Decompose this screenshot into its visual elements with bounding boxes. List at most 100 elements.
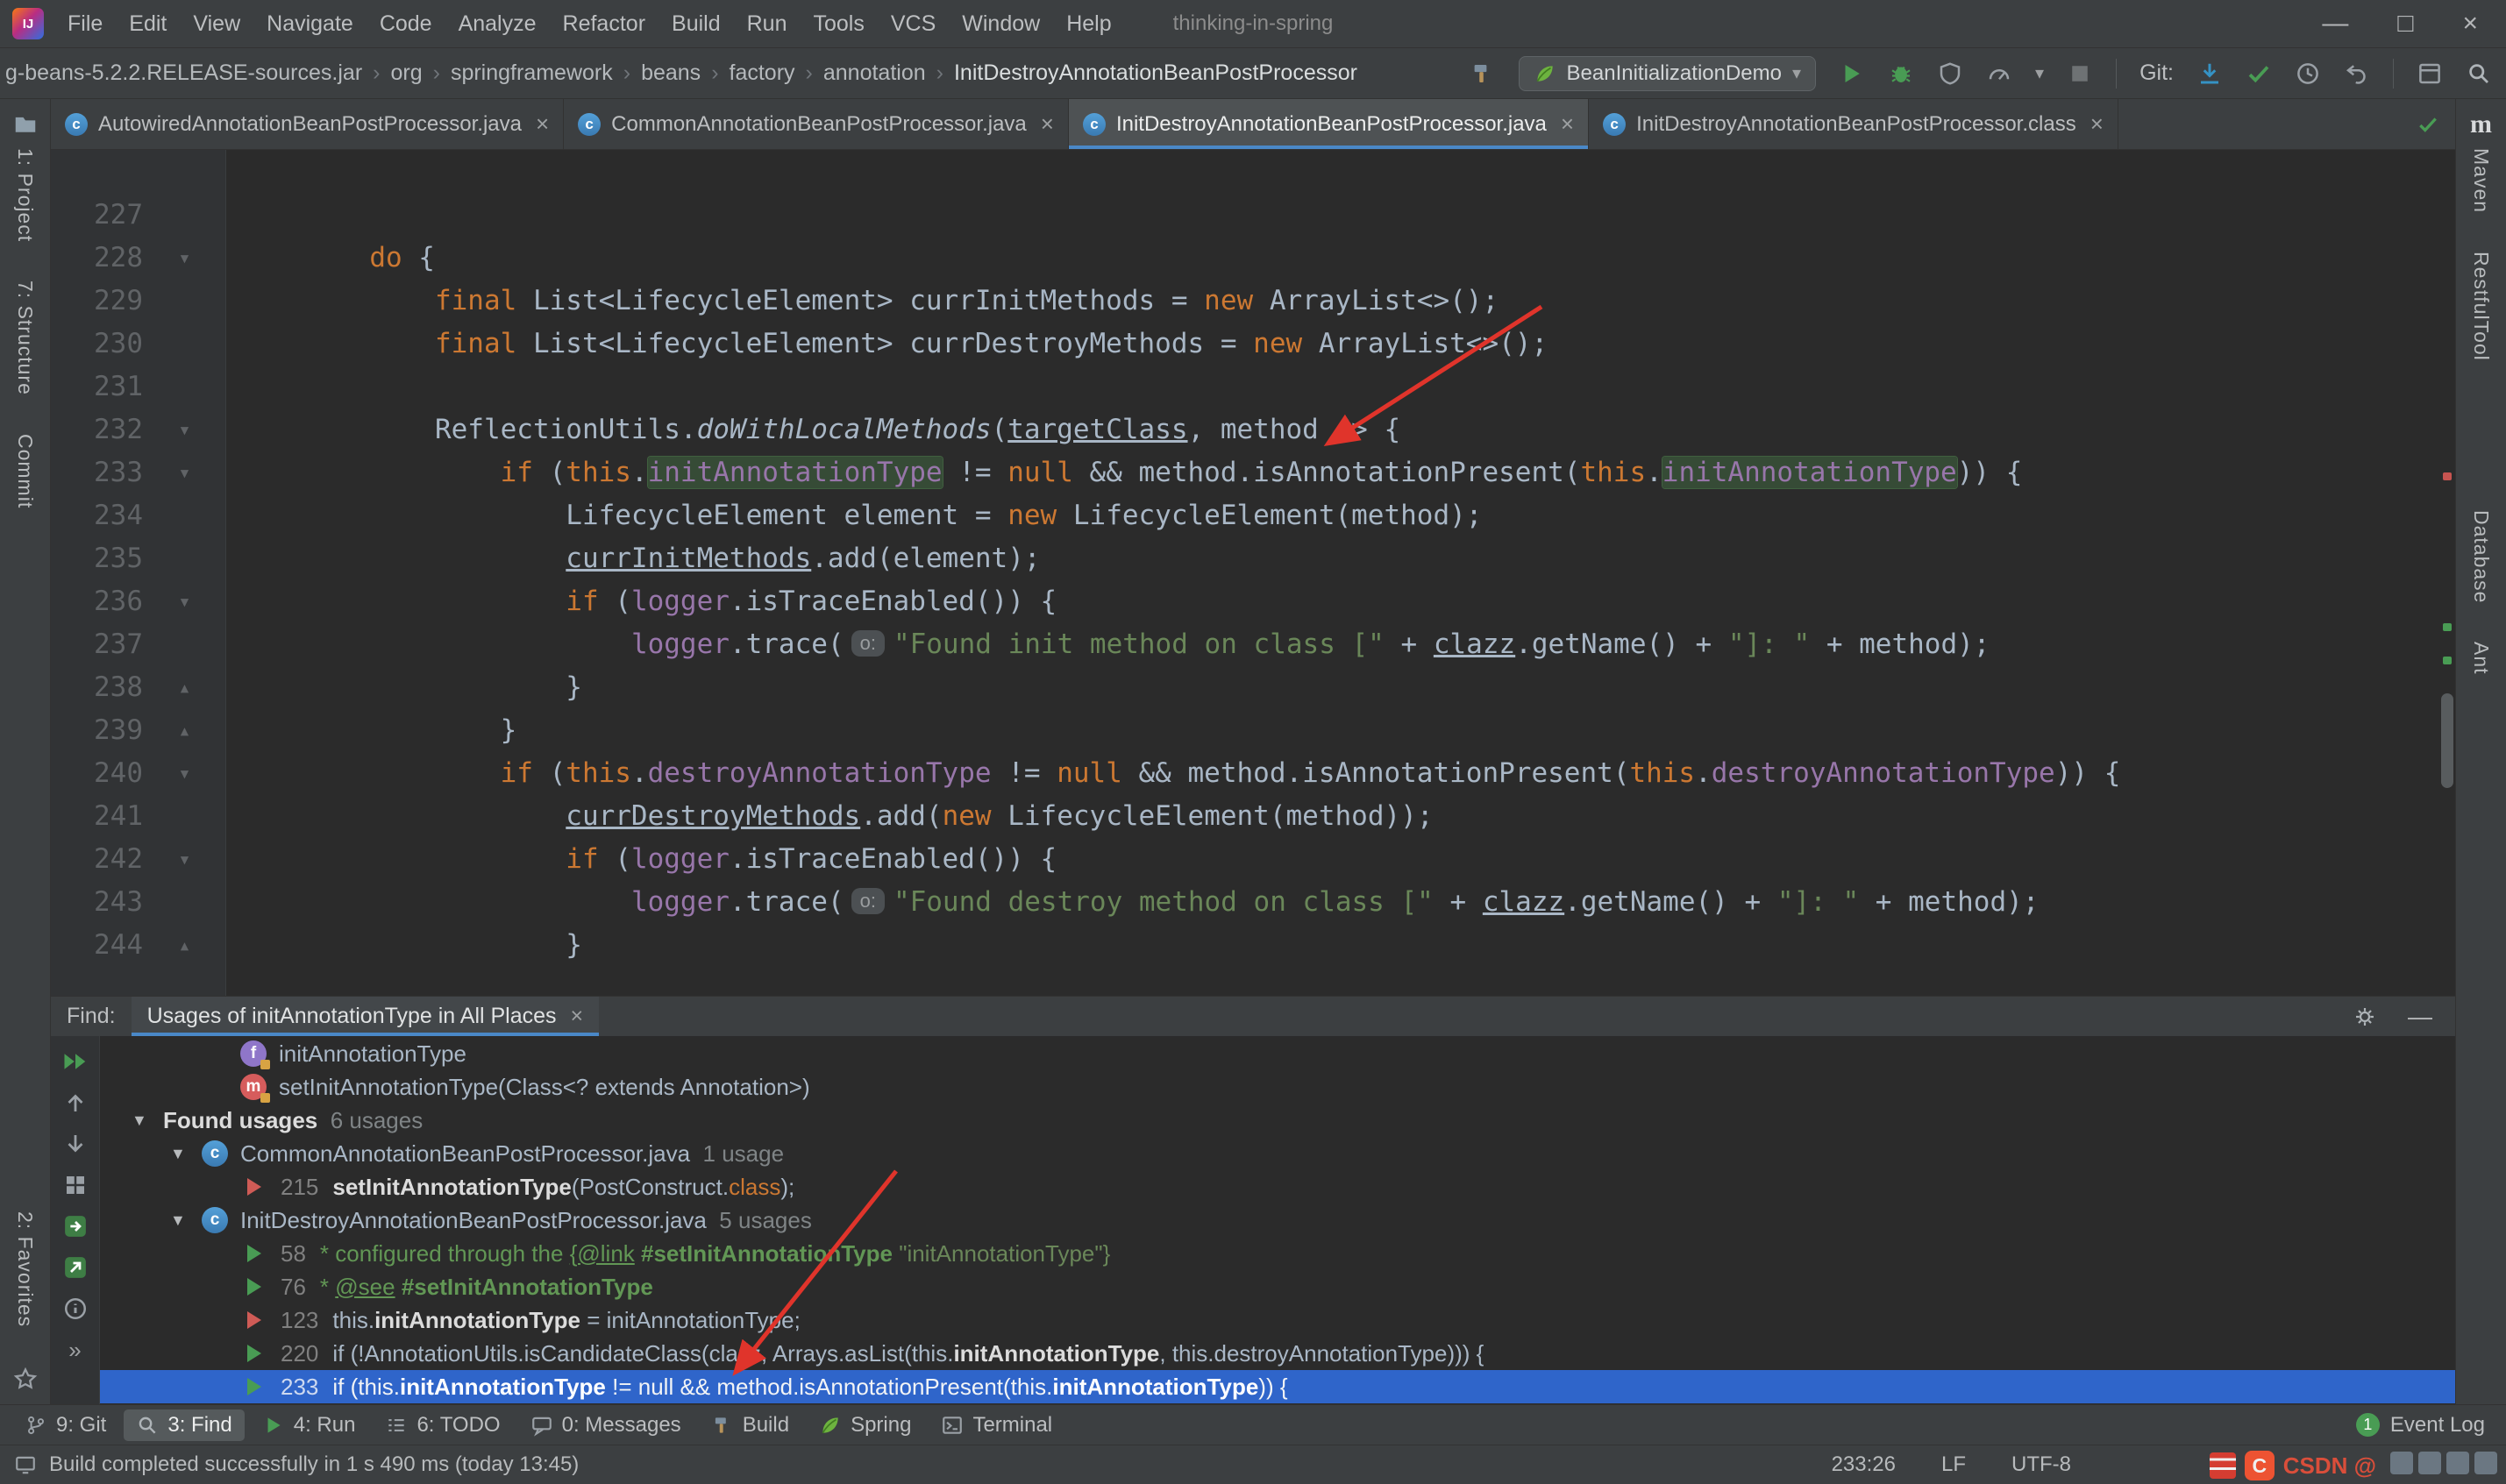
fold-marker-icon[interactable]: ▾ bbox=[143, 451, 226, 494]
file-encoding[interactable]: UTF-8 bbox=[2011, 1452, 2071, 1477]
stripe-button-1-project[interactable]: 1: Project bbox=[12, 111, 39, 242]
hide-toolwindow-icon[interactable]: — bbox=[2408, 1003, 2432, 1031]
stripe-button-ant[interactable]: Ant bbox=[2469, 642, 2493, 675]
editor-scrollbar[interactable] bbox=[2441, 693, 2453, 788]
caret-position[interactable]: 233:26 bbox=[1832, 1452, 1896, 1477]
code-text[interactable]: if (logger.isTraceEnabled()) { bbox=[238, 580, 1057, 623]
editor-tab-commonannotationbeanpostprocessor-java[interactable]: cCommonAnnotationBeanPostProcessor.java× bbox=[564, 99, 1069, 149]
close-icon[interactable]: × bbox=[536, 110, 549, 138]
settings-gear-icon[interactable] bbox=[2353, 1005, 2376, 1028]
menu-build[interactable]: Build bbox=[659, 6, 734, 42]
profiler-button[interactable] bbox=[1986, 60, 2012, 87]
breadcrumb-item[interactable]: g-beans-5.2.2.RELEASE-sources.jar bbox=[5, 60, 362, 86]
code-text[interactable]: if (this.destroyAnnotationType != null &… bbox=[238, 752, 2120, 795]
info-icon[interactable] bbox=[62, 1296, 89, 1322]
find-results-tab[interactable]: Usages of initAnnotationType in All Plac… bbox=[132, 997, 600, 1036]
error-stripe-mark[interactable] bbox=[2443, 623, 2452, 631]
fold-marker-icon[interactable]: ▴ bbox=[143, 924, 226, 967]
debug-button[interactable] bbox=[1888, 60, 1914, 87]
code-text[interactable]: final List<LifecycleElement> currDestroy… bbox=[238, 323, 1548, 366]
error-stripe-mark[interactable] bbox=[2443, 657, 2452, 664]
fold-marker-icon[interactable]: ▾ bbox=[143, 580, 226, 623]
build-hammer-icon[interactable] bbox=[1470, 60, 1496, 87]
code-editor[interactable]: 227228▾ do {229 final List<LifecycleElem… bbox=[51, 150, 2455, 996]
breadcrumb-item[interactable]: beans bbox=[641, 60, 701, 86]
breadcrumb-item[interactable]: InitDestroyAnnotationBeanPostProcessor bbox=[954, 60, 1357, 86]
event-log-button[interactable]: Event Log bbox=[2390, 1413, 2485, 1438]
code-text[interactable]: logger.trace(o:"Found init method on cla… bbox=[238, 623, 1990, 666]
close-icon[interactable]: × bbox=[571, 1004, 584, 1029]
stripe-button-maven[interactable]: mMaven bbox=[2468, 111, 2495, 213]
more-icon[interactable]: » bbox=[62, 1337, 89, 1363]
toolwindow-button-build[interactable]: Build bbox=[699, 1409, 801, 1441]
usage-row[interactable]: msetInitAnnotationType(Class<? extends A… bbox=[100, 1070, 2455, 1104]
toolwindow-button-0-messages[interactable]: 0: Messages bbox=[518, 1409, 694, 1441]
code-text[interactable]: do { bbox=[238, 237, 435, 280]
stripe-button-database[interactable]: Database bbox=[2469, 510, 2493, 603]
usage-row[interactable]: 220if (!AnnotationUtils.isCandidateClass… bbox=[100, 1337, 2455, 1370]
usage-row[interactable]: ▼Found usages 6 usages bbox=[100, 1104, 2455, 1137]
close-icon[interactable]: × bbox=[2090, 110, 2104, 138]
breadcrumb-item[interactable]: annotation bbox=[823, 60, 926, 86]
maximize-button[interactable]: □ bbox=[2397, 9, 2413, 39]
previous-occurrence-icon[interactable] bbox=[62, 1090, 89, 1116]
code-text[interactable]: } bbox=[238, 666, 582, 709]
menu-file[interactable]: File bbox=[54, 6, 116, 42]
code-text[interactable]: } bbox=[238, 924, 582, 967]
usage-row[interactable]: 58* configured through the {@link #setIn… bbox=[100, 1237, 2455, 1270]
toolwindow-switcher-icon[interactable] bbox=[14, 1453, 37, 1476]
usage-row[interactable]: finitAnnotationType bbox=[100, 1037, 2455, 1070]
usage-row[interactable]: ▼cInitDestroyAnnotationBeanPostProcessor… bbox=[100, 1204, 2455, 1237]
stripe-button-star[interactable] bbox=[12, 1366, 39, 1392]
error-stripe-mark[interactable] bbox=[2443, 472, 2452, 480]
usage-row[interactable]: ▼cCommonAnnotationBeanPostProcessor.java… bbox=[100, 1137, 2455, 1170]
line-separator[interactable]: LF bbox=[1941, 1452, 1966, 1477]
run-configuration-select[interactable]: BeanInitializationDemo ▾ bbox=[1519, 56, 1817, 91]
history-button[interactable] bbox=[2295, 60, 2321, 87]
close-icon[interactable]: × bbox=[1561, 110, 1574, 138]
group-by-icon[interactable] bbox=[62, 1172, 89, 1198]
breadcrumb-item[interactable]: factory bbox=[730, 60, 795, 86]
rollback-button[interactable] bbox=[2344, 60, 2370, 87]
menu-navigate[interactable]: Navigate bbox=[253, 6, 367, 42]
close-icon[interactable]: × bbox=[1041, 110, 1054, 138]
code-text[interactable]: currInitMethods.add(element); bbox=[238, 537, 1041, 580]
code-text[interactable]: } bbox=[238, 709, 516, 752]
code-text[interactable]: ReflectionUtils.doWithLocalMethods(targe… bbox=[238, 408, 1400, 451]
usage-row[interactable]: 123this.initAnnotationType = initAnnotat… bbox=[100, 1303, 2455, 1337]
jump-to-source-icon[interactable] bbox=[62, 1213, 89, 1239]
menu-run[interactable]: Run bbox=[734, 6, 801, 42]
stripe-button-commit[interactable]: Commit bbox=[13, 434, 37, 508]
usage-row[interactable]: 76* @see #setInitAnnotationType bbox=[100, 1270, 2455, 1303]
stripe-button-2-favorites[interactable]: 2: Favorites bbox=[13, 1211, 37, 1327]
toolwindow-button-3-find[interactable]: 3: Find bbox=[124, 1409, 244, 1441]
menu-code[interactable]: Code bbox=[367, 6, 445, 42]
chevron-down-icon[interactable]: ▼ bbox=[132, 1111, 163, 1130]
pin-tab-icon[interactable] bbox=[62, 1254, 89, 1281]
close-button[interactable]: × bbox=[2462, 9, 2478, 39]
chevron-down-icon[interactable]: ▼ bbox=[170, 1211, 202, 1230]
window-layout-button[interactable] bbox=[2417, 60, 2443, 87]
menu-analyze[interactable]: Analyze bbox=[445, 6, 550, 42]
toolwindow-button-9-git[interactable]: 9: Git bbox=[12, 1409, 118, 1441]
fold-marker-icon[interactable]: ▾ bbox=[143, 838, 226, 881]
code-text[interactable]: currDestroyMethods.add(new LifecycleElem… bbox=[238, 795, 1433, 838]
toolwindow-button-spring[interactable]: Spring bbox=[807, 1409, 923, 1441]
code-text[interactable]: LifecycleElement element = new Lifecycle… bbox=[238, 494, 1482, 537]
fold-marker-icon[interactable]: ▾ bbox=[143, 752, 226, 795]
menu-window[interactable]: Window bbox=[949, 6, 1053, 42]
menu-vcs[interactable]: VCS bbox=[878, 6, 949, 42]
usage-row[interactable]: 233if (this.initAnnotationType != null &… bbox=[100, 1370, 2455, 1403]
code-text[interactable]: if (logger.isTraceEnabled()) { bbox=[238, 838, 1057, 881]
minimize-button[interactable]: — bbox=[2322, 9, 2348, 39]
chevron-down-icon[interactable]: ▼ bbox=[170, 1145, 202, 1163]
fold-marker-icon[interactable]: ▴ bbox=[143, 666, 226, 709]
usage-row[interactable]: 215setInitAnnotationType(PostConstruct.c… bbox=[100, 1170, 2455, 1204]
fold-marker-icon[interactable]: ▾ bbox=[143, 408, 226, 451]
run-button[interactable] bbox=[1839, 60, 1865, 87]
editor-tab-autowiredannotationbeanpostprocessor-java[interactable]: cAutowiredAnnotationBeanPostProcessor.ja… bbox=[51, 99, 564, 149]
inspections-ok-icon[interactable] bbox=[2417, 113, 2439, 136]
editor-tab-initdestroyannotationbeanpostprocessor-java[interactable]: cInitDestroyAnnotationBeanPostProcessor.… bbox=[1069, 99, 1589, 149]
stripe-button-restfultool[interactable]: RestfulTool bbox=[2469, 252, 2493, 361]
search-everywhere-button[interactable] bbox=[2466, 60, 2492, 87]
